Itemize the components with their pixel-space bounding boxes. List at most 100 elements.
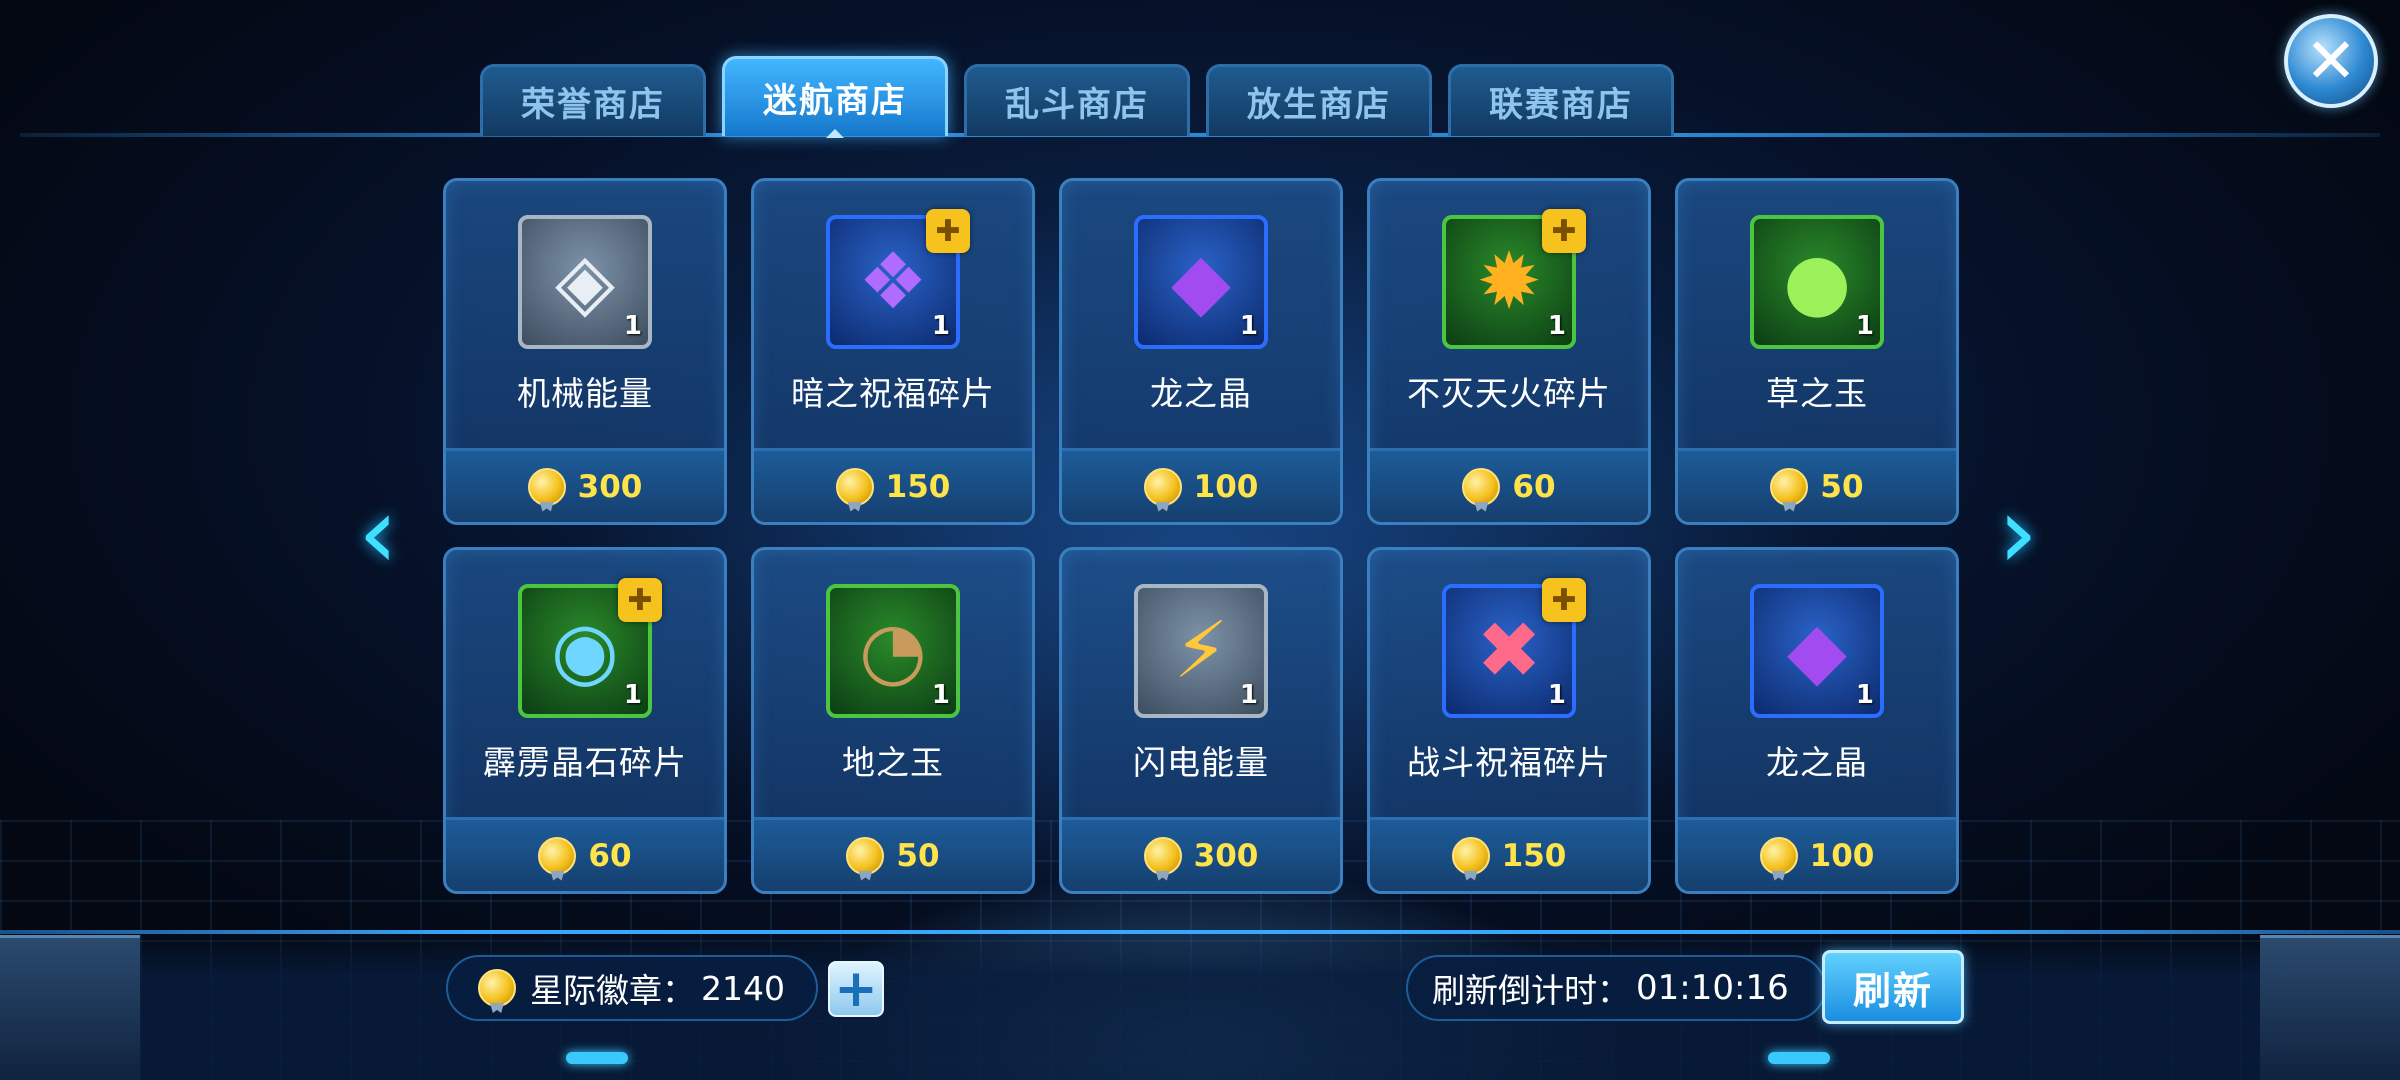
hud-divider	[0, 930, 2400, 934]
item-name: 霹雳晶石碎片	[483, 743, 687, 782]
item-name: 地之玉	[842, 743, 944, 782]
refresh-timer: 刷新倒计时： 01:10:16	[1406, 955, 1826, 1021]
currency-display: 星际徽章： 2140	[446, 955, 818, 1021]
coin-icon	[1462, 467, 1501, 506]
item-icon-frame: ◉ ✚ 1	[518, 578, 662, 718]
item-price: 150	[885, 468, 951, 505]
shop-item-card[interactable]: ✖ ✚ 1 战斗祝福碎片 150	[1367, 547, 1651, 894]
coin-icon	[1759, 836, 1798, 875]
item-icon-frame: ❖ ✚ 1	[826, 209, 970, 349]
item-icon-frame: ◔ 1	[826, 584, 960, 718]
coin-icon	[1143, 836, 1182, 875]
dragon-crystal-icon: ◆	[1787, 606, 1847, 696]
shop-item-card[interactable]: ❖ ✚ 1 暗之祝福碎片 150	[751, 178, 1035, 525]
coin-icon	[527, 467, 566, 506]
puzzle-piece-icon: ✚	[1542, 578, 1586, 622]
price-bar: 100	[1062, 448, 1340, 522]
price-bar: 50	[1678, 448, 1956, 522]
shop-item-card[interactable]: ◆ 1 龙之晶 100	[1675, 547, 1959, 894]
coin-icon	[835, 467, 874, 506]
currency-label: 星际徽章：	[530, 971, 695, 1010]
close-button[interactable]: ✕	[2284, 14, 2378, 108]
next-page-button[interactable]: ›	[1988, 483, 2048, 583]
item-price: 60	[1512, 468, 1556, 505]
dark-blessing-shard-icon: ❖	[858, 237, 928, 327]
add-currency-button[interactable]: +	[828, 961, 884, 1017]
item-quantity: 1	[931, 311, 950, 341]
prev-page-button[interactable]: ‹	[348, 483, 408, 583]
hud-light	[1768, 1052, 1830, 1064]
puzzle-piece-icon: ✚	[926, 209, 970, 253]
currency-value: 2140	[701, 968, 785, 1008]
mech-energy-icon: ◈	[555, 237, 615, 327]
chevron-left-icon: ‹	[358, 474, 398, 591]
coin-icon	[846, 836, 885, 875]
item-icon-frame: ⚡ 1	[1134, 584, 1268, 718]
item-quantity: 1	[1855, 311, 1874, 341]
item-name: 不灭天火碎片	[1407, 374, 1611, 413]
item-price: 300	[1193, 837, 1259, 874]
price-bar: 60	[446, 817, 724, 891]
dragon-crystal-icon: ◆	[1171, 237, 1231, 327]
tab-honor-shop[interactable]: 荣誉商店	[480, 64, 706, 136]
shop-item-card[interactable]: ◔ 1 地之玉 50	[751, 547, 1035, 894]
item-icon-frame: ● 1	[1750, 215, 1884, 349]
lightning-energy-icon: ⚡	[1173, 606, 1229, 696]
item-price: 50	[1820, 468, 1864, 505]
shop-item-card[interactable]: ◈ 1 机械能量 300	[443, 178, 727, 525]
battle-blessing-shard-icon: ✖	[1476, 606, 1542, 696]
item-icon-frame: ◆ 1	[1134, 215, 1268, 349]
price-bar: 150	[754, 448, 1032, 522]
thunder-crystal-shard-icon: ◉	[550, 606, 620, 696]
timer-value: 01:10:16	[1636, 968, 1789, 1008]
tab-voyage-shop[interactable]: 迷航商店	[722, 56, 948, 138]
item-price: 100	[1193, 468, 1259, 505]
shop-item-card[interactable]: ✹ ✚ 1 不灭天火碎片 60	[1367, 178, 1651, 525]
item-price: 150	[1501, 837, 1567, 874]
hud-light	[566, 1052, 628, 1064]
hud-right-plate	[2260, 935, 2400, 1080]
price-bar: 60	[1370, 448, 1648, 522]
item-icon-frame: ◈ 1	[518, 215, 652, 349]
item-quantity: 1	[1855, 680, 1874, 710]
item-name: 战斗祝福碎片	[1407, 743, 1611, 782]
price-bar: 300	[1062, 817, 1340, 891]
shop-item-card[interactable]: ● 1 草之玉 50	[1675, 178, 1959, 525]
item-icon-frame: ✹ ✚ 1	[1442, 209, 1586, 349]
tab-release-shop[interactable]: 放生商店	[1206, 64, 1432, 136]
chevron-right-icon: ›	[1998, 474, 2038, 591]
puzzle-piece-icon: ✚	[618, 578, 662, 622]
bottom-hud	[0, 930, 2400, 1080]
coin-icon	[538, 836, 577, 875]
price-bar: 50	[754, 817, 1032, 891]
earth-jade-icon: ◔	[858, 606, 928, 696]
item-quantity: 1	[1547, 311, 1566, 341]
item-price: 50	[896, 837, 940, 874]
tab-brawl-shop[interactable]: 乱斗商店	[964, 64, 1190, 136]
price-bar: 150	[1370, 817, 1648, 891]
tab-league-shop[interactable]: 联赛商店	[1448, 64, 1674, 136]
item-name: 龙之晶	[1766, 743, 1868, 782]
item-name: 闪电能量	[1133, 743, 1269, 782]
close-icon: ✕	[2305, 24, 2357, 97]
item-icon-frame: ✖ ✚ 1	[1442, 578, 1586, 718]
shop-tabs: 荣誉商店 迷航商店 乱斗商店 放生商店 联赛商店	[480, 56, 1690, 138]
item-name: 龙之晶	[1150, 374, 1252, 413]
coin-icon	[1451, 836, 1490, 875]
refresh-button[interactable]: 刷新	[1822, 950, 1964, 1024]
star-badge-icon	[478, 969, 516, 1007]
item-quantity: 1	[1239, 311, 1258, 341]
eternal-fire-shard-icon: ✹	[1476, 237, 1542, 327]
hud-left-plate	[0, 935, 140, 1080]
shop-item-card[interactable]: ◆ 1 龙之晶 100	[1059, 178, 1343, 525]
timer-label: 刷新倒计时：	[1432, 971, 1630, 1010]
item-name: 草之玉	[1766, 374, 1868, 413]
item-quantity: 1	[623, 680, 642, 710]
coin-icon	[1770, 467, 1809, 506]
shop-item-card[interactable]: ⚡ 1 闪电能量 300	[1059, 547, 1343, 894]
item-grid: ◈ 1 机械能量 300 ❖ ✚ 1 暗之祝福碎片 150 ◆ 1 龙之晶 10…	[443, 178, 1959, 894]
shop-item-card[interactable]: ◉ ✚ 1 霹雳晶石碎片 60	[443, 547, 727, 894]
item-name: 机械能量	[517, 374, 653, 413]
item-price: 60	[588, 837, 632, 874]
price-bar: 100	[1678, 817, 1956, 891]
